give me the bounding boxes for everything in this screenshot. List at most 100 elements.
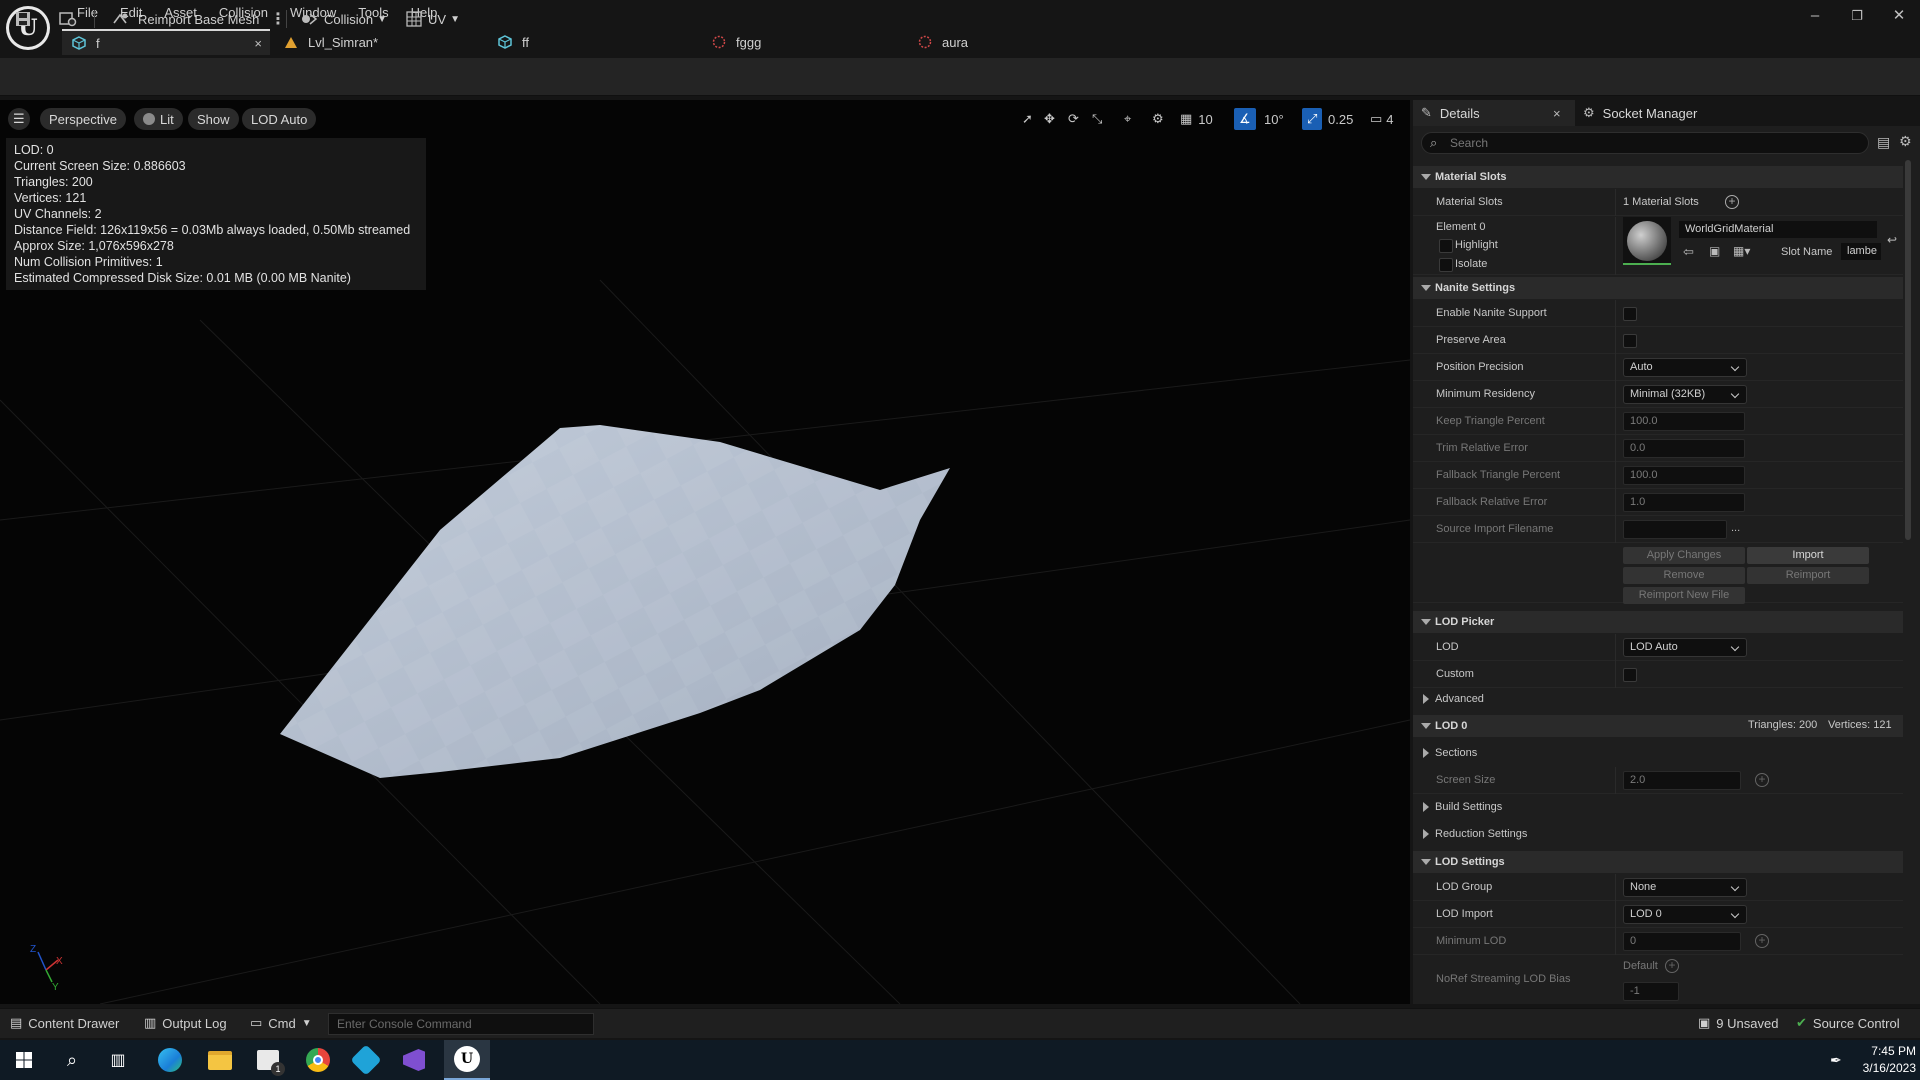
fallback-triangle-field[interactable]: 100.0 [1623, 466, 1745, 485]
scale-snap-value[interactable]: 0.25 [1328, 108, 1353, 130]
visual-studio-icon[interactable] [396, 1044, 432, 1076]
keep-triangle-field[interactable]: 100.0 [1623, 412, 1745, 431]
section-sections[interactable]: Sections [1413, 742, 1903, 764]
section-lod-picker[interactable]: LOD Picker [1413, 611, 1903, 633]
restore-button[interactable]: ❐ [1842, 4, 1872, 28]
import-button[interactable]: Import [1747, 547, 1869, 564]
clock-date[interactable]: 3/16/2023 [1852, 1061, 1916, 1075]
minimum-residency-dropdown[interactable]: Minimal (32KB) [1623, 385, 1747, 404]
position-precision-dropdown[interactable]: Auto [1623, 358, 1747, 377]
unreal-engine-taskbar-icon[interactable]: U [444, 1040, 490, 1080]
fallback-error-field[interactable]: 1.0 [1623, 493, 1745, 512]
table-view-icon[interactable]: ▤ [1877, 134, 1890, 151]
details-search-input[interactable]: ⌕ Search [1421, 132, 1869, 154]
highlight-checkbox[interactable] [1439, 239, 1453, 253]
lod-auto-button[interactable]: LOD Auto [242, 108, 317, 130]
tab-f[interactable]: f × [62, 29, 270, 55]
section-material-slots[interactable]: Material Slots [1413, 166, 1903, 188]
edge-browser-icon[interactable] [152, 1044, 188, 1076]
remove-button[interactable]: Remove [1623, 567, 1745, 584]
tab-ff[interactable]: ff [488, 29, 702, 55]
perspective-button[interactable]: Perspective [40, 108, 126, 130]
enable-nanite-checkbox[interactable] [1623, 307, 1637, 321]
browse-folder-icon[interactable]: ▣ [1709, 244, 1720, 258]
reset-arrow-icon[interactable]: ↩ [1887, 233, 1897, 247]
trim-error-field[interactable]: 0.0 [1623, 439, 1745, 458]
section-reduction-settings[interactable]: Reduction Settings [1413, 823, 1903, 845]
section-advanced[interactable]: Advanced [1413, 688, 1903, 710]
minimize-button[interactable]: – [1800, 4, 1830, 28]
details-close-icon[interactable]: × [1553, 106, 1561, 121]
grid-snap-button[interactable]: ▦ 10 [1180, 108, 1213, 130]
browse-asset-button[interactable] [58, 8, 78, 30]
source-control-button[interactable]: ✔ Source Control [1796, 1008, 1900, 1038]
mesh-viewport[interactable]: X Y Z ☰ Perspective Lit Show LOD Auto LO… [0, 100, 1410, 1004]
coordinate-space-icon[interactable]: ⌖ [1124, 108, 1131, 130]
isolate-checkbox[interactable] [1439, 258, 1453, 272]
details-scrollbar[interactable] [1905, 160, 1911, 540]
chrome-icon[interactable] [300, 1044, 336, 1076]
tab-socket-manager[interactable]: ⚙ Socket Manager [1583, 100, 1697, 126]
console-input[interactable]: Enter Console Command [328, 1013, 594, 1035]
windows-start-icon[interactable] [6, 1044, 42, 1076]
task-view-icon[interactable]: ▥ [100, 1044, 136, 1076]
show-button[interactable]: Show [188, 108, 239, 130]
rotate-tool-icon[interactable]: ⟳ [1068, 108, 1079, 130]
add-screen-size-icon[interactable]: + [1755, 773, 1769, 787]
surface-snap-icon[interactable]: ⚙ [1152, 108, 1164, 130]
material-picker-icon[interactable]: ▦▾ [1733, 244, 1750, 258]
angle-snap-value[interactable]: 10° [1264, 108, 1284, 130]
material-thumbnail[interactable] [1623, 217, 1671, 265]
screen-size-field[interactable]: 2.0 [1623, 771, 1741, 790]
preserve-area-checkbox[interactable] [1623, 334, 1637, 348]
collision-dropdown[interactable]: Collision ▼ [300, 8, 387, 30]
tab-details[interactable]: ✎ Details × [1413, 100, 1575, 126]
reimport-base-mesh-button[interactable]: Reimport Base Mesh [112, 8, 259, 30]
app-icon[interactable] [348, 1044, 384, 1076]
select-tool-icon[interactable]: ➚ [1022, 108, 1033, 130]
scale-snap-button[interactable]: ⤢ [1302, 108, 1323, 130]
clock-time[interactable]: 7:45 PM [1862, 1044, 1916, 1058]
add-noref-icon[interactable]: + [1665, 959, 1679, 973]
camera-speed-button[interactable]: ▭ 4 [1370, 108, 1394, 130]
reimport-new-file-button[interactable]: Reimport New File [1623, 587, 1745, 604]
file-explorer-icon[interactable] [202, 1044, 238, 1076]
viewport-menu-button[interactable]: ☰ [8, 108, 30, 130]
source-filename-field[interactable] [1623, 520, 1727, 539]
output-log-button[interactable]: ▥ Output Log [144, 1008, 227, 1038]
minimum-lod-field[interactable]: 0 [1623, 932, 1741, 951]
tab-fggg[interactable]: fggg [702, 29, 908, 55]
close-window-button[interactable]: ✕ [1884, 4, 1914, 28]
custom-checkbox[interactable] [1623, 668, 1637, 682]
angle-snap-button[interactable]: ∡ [1234, 108, 1256, 130]
add-min-lod-icon[interactable]: + [1755, 934, 1769, 948]
more-options-icon[interactable]: ⋮ [270, 8, 286, 30]
noref-field[interactable]: -1 [1623, 982, 1679, 1001]
section-lod-settings[interactable]: LOD Settings [1413, 851, 1903, 873]
search-icon[interactable]: ⌕ [54, 1044, 90, 1076]
apply-changes-button[interactable]: Apply Changes [1623, 547, 1745, 564]
tab-aura[interactable]: aura [908, 29, 1108, 55]
more-options-button[interactable]: ... [1731, 522, 1740, 534]
add-material-slot-icon[interactable]: + [1725, 195, 1739, 209]
slot-name-field[interactable]: lambe [1841, 243, 1881, 260]
translate-tool-icon[interactable]: ✥ [1044, 108, 1055, 130]
section-build-settings[interactable]: Build Settings [1413, 796, 1903, 818]
pen-icon[interactable]: ✒ [1830, 1052, 1842, 1069]
section-nanite-settings[interactable]: Nanite Settings [1413, 277, 1903, 299]
content-drawer-button[interactable]: ▤ Content Drawer [10, 1008, 119, 1038]
lod-import-dropdown[interactable]: LOD 0 [1623, 905, 1747, 924]
lod-group-dropdown[interactable]: None [1623, 878, 1747, 897]
lit-button[interactable]: Lit [134, 108, 183, 130]
tab-close-icon[interactable]: × [254, 36, 262, 51]
reimport-button[interactable]: Reimport [1747, 567, 1869, 584]
material-name-field[interactable]: WorldGridMaterial [1679, 221, 1877, 238]
lod-dropdown[interactable]: LOD Auto [1623, 638, 1747, 657]
use-selected-icon[interactable]: ⇦ [1683, 244, 1694, 260]
scale-tool-icon[interactable]: ⤡ [1092, 108, 1102, 130]
unsaved-button[interactable]: ▣ 9 Unsaved [1698, 1008, 1778, 1038]
store-icon[interactable]: 1 [250, 1044, 286, 1076]
settings-gear-icon[interactable]: ⚙ [1899, 133, 1912, 150]
save-button[interactable] [14, 8, 32, 30]
cmd-dropdown[interactable]: ▭ Cmd ▼ [250, 1008, 312, 1038]
